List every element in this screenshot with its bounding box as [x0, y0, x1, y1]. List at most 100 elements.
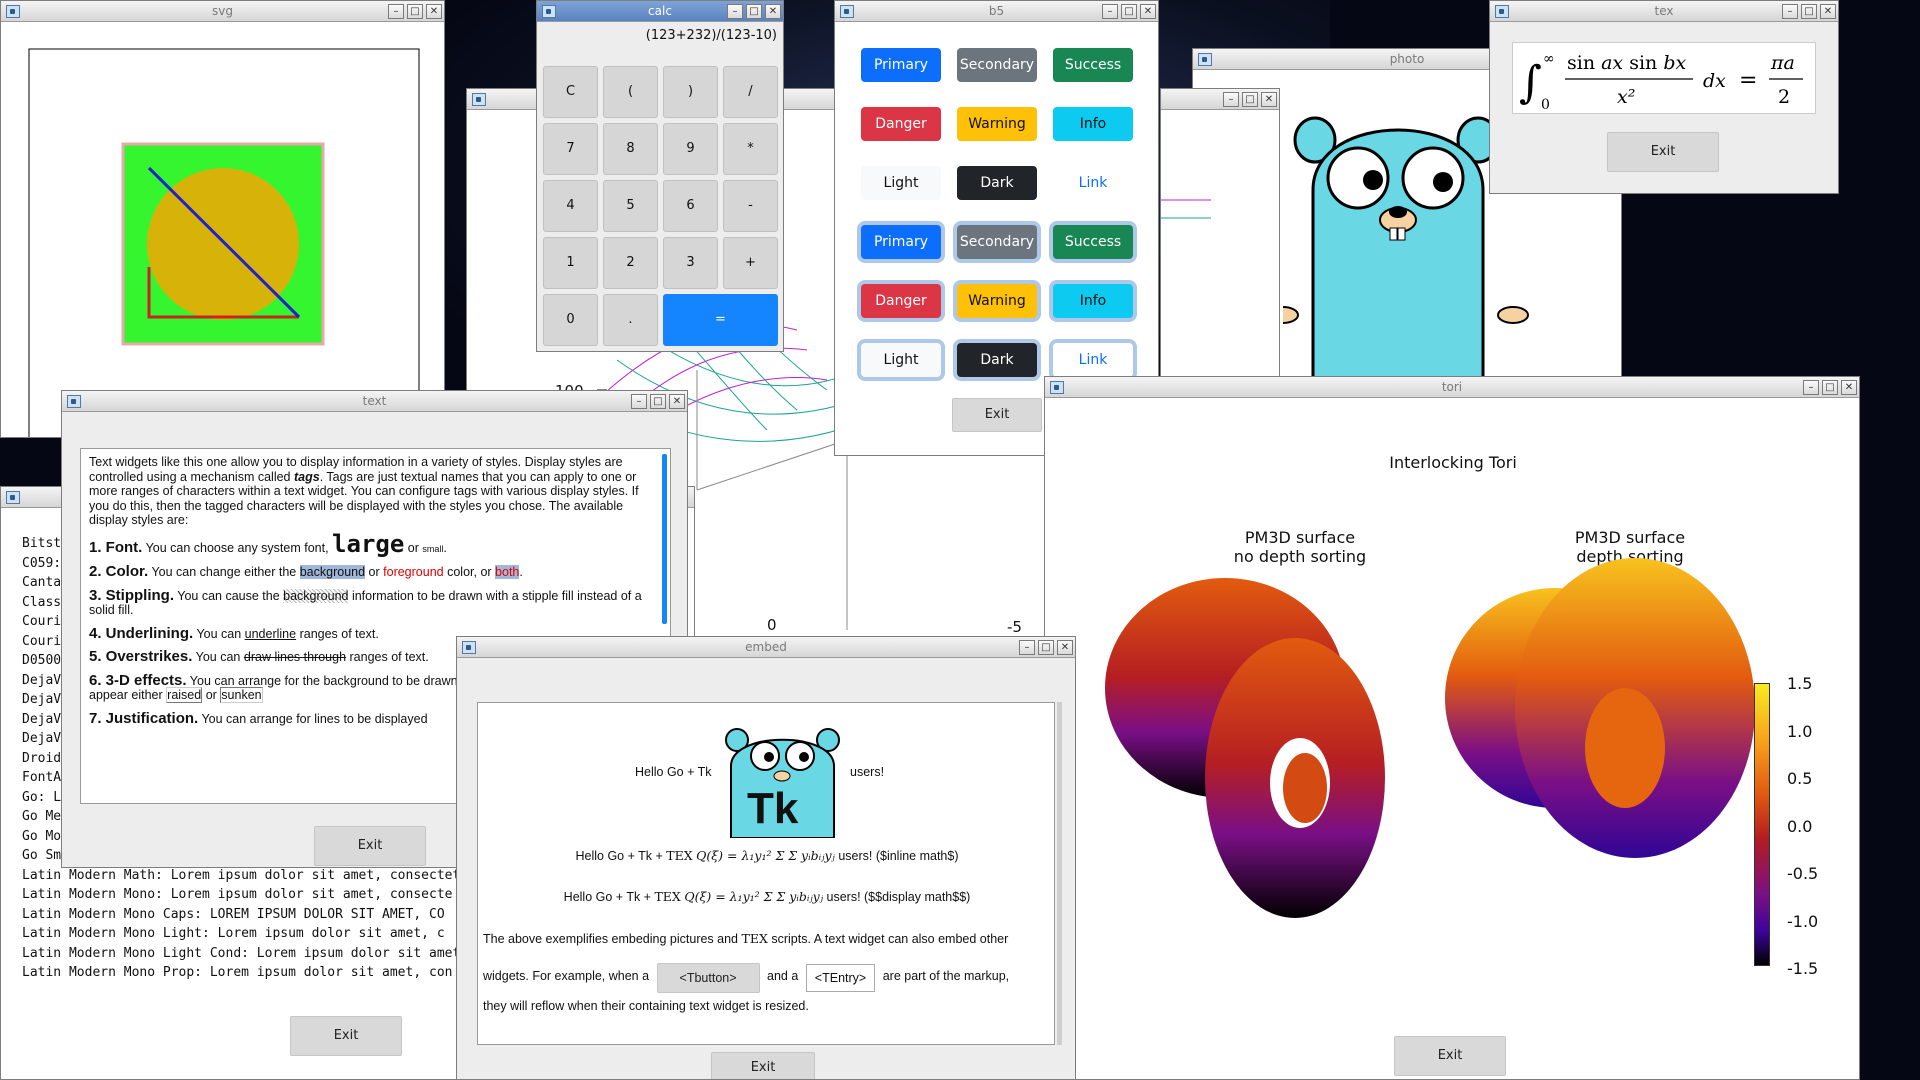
colorbar-tick-label: -1.5: [1787, 959, 1819, 978]
titlebar[interactable]: tori – □ ✕: [1045, 377, 1859, 398]
inline-math: Q(ξ) = λ₁y₁² Σ Σ yᵢbᵢⱼyⱼ: [696, 848, 835, 863]
text-run: You can arrange for lines to be displaye…: [201, 711, 428, 726]
maximize-icon[interactable]: □: [650, 394, 666, 409]
calc-key[interactable]: 6: [663, 180, 718, 232]
item-heading: 4. Underlining.: [89, 624, 194, 642]
text-run: Hello Go + Tk +: [575, 849, 667, 863]
text-exit-button[interactable]: Exit: [314, 826, 426, 866]
text-run: large: [332, 529, 405, 558]
calc-key[interactable]: +: [723, 237, 778, 289]
minimize-icon[interactable]: –: [631, 394, 647, 409]
scrollbar[interactable]: [1057, 702, 1062, 1045]
close-icon[interactable]: ✕: [426, 4, 442, 19]
calc-key[interactable]: 9: [663, 123, 718, 175]
text-run: or: [205, 688, 217, 702]
calc-key[interactable]: 0: [543, 294, 598, 346]
item-heading: 7. Justification.: [89, 709, 199, 727]
svg-text:∫: ∫: [1519, 57, 1542, 108]
calc-key[interactable]: 4: [543, 180, 598, 232]
maximize-icon[interactable]: □: [407, 4, 423, 19]
titlebar[interactable]: b5– □ ✕: [835, 1, 1158, 22]
close-icon[interactable]: ✕: [1057, 640, 1073, 655]
text-run: underline: [244, 626, 297, 641]
text-run: both: [495, 565, 520, 579]
bootstrap-button[interactable]: Secondary: [957, 225, 1037, 259]
bootstrap-button[interactable]: Primary: [861, 225, 941, 259]
titlebar[interactable]: tex – □ ✕: [1490, 1, 1838, 22]
bootstrap-button[interactable]: Success: [1053, 225, 1133, 259]
maximize-icon[interactable]: □: [1242, 92, 1258, 107]
minimize-icon[interactable]: –: [1803, 380, 1819, 395]
tex-exit-button[interactable]: Exit: [1607, 132, 1719, 172]
bootstrap-button[interactable]: Danger: [861, 284, 941, 318]
close-icon[interactable]: ✕: [1261, 92, 1277, 107]
minimize-icon[interactable]: –: [1782, 4, 1798, 19]
calc-key[interactable]: 7: [543, 123, 598, 175]
calc-key[interactable]: 2: [603, 237, 658, 289]
text-run: You can choose any system font,: [145, 540, 329, 555]
colorbar: [1754, 683, 1770, 966]
text-run: and a: [767, 969, 799, 983]
tick-label: -5: [1007, 618, 1022, 636]
text-run: foreground: [383, 565, 444, 579]
calc-key[interactable]: 1: [543, 237, 598, 289]
embedded-tbutton[interactable]: <Tbutton>: [656, 963, 760, 993]
bootstrap-button[interactable]: Info: [1053, 107, 1133, 141]
bootstrap-button[interactable]: Info: [1053, 284, 1133, 318]
colorbar-tick-label: 1.0: [1787, 721, 1813, 741]
colorbar-tick-label: 0.5: [1787, 769, 1813, 788]
calc-key[interactable]: C: [543, 66, 598, 118]
maximize-icon[interactable]: □: [1038, 640, 1054, 655]
titlebar[interactable]: svg – □ ✕: [1, 1, 444, 22]
calc-key[interactable]: 5: [603, 180, 658, 232]
bootstrap-button[interactable]: Light: [861, 166, 941, 200]
embedded-tentry[interactable]: <TEntry>: [805, 964, 876, 992]
colorbar-tick-label: 1.5: [1787, 674, 1813, 693]
bootstrap-button[interactable]: Link: [1053, 166, 1133, 200]
maximize-icon[interactable]: □: [1801, 4, 1817, 19]
calc-key[interactable]: =: [663, 294, 778, 346]
minimize-icon[interactable]: –: [388, 4, 404, 19]
calc-key[interactable]: ): [663, 66, 718, 118]
titlebar[interactable]: –□✕: [1161, 89, 1279, 110]
bootstrap-button[interactable]: Success: [1053, 48, 1133, 82]
bootstrap-button[interactable]: Warning: [957, 284, 1037, 318]
minimize-icon[interactable]: –: [1019, 640, 1035, 655]
bootstrap-button[interactable]: Light: [861, 343, 941, 377]
titlebar[interactable]: text – □ ✕: [62, 391, 687, 412]
calc-key[interactable]: 3: [663, 237, 718, 289]
scrollbar[interactable]: [662, 454, 667, 624]
calc-key[interactable]: -: [723, 180, 778, 232]
minimize-icon[interactable]: –: [1223, 92, 1239, 107]
calc-key[interactable]: 8: [603, 123, 658, 175]
calc-key[interactable]: (: [603, 66, 658, 118]
close-icon[interactable]: ✕: [765, 4, 781, 19]
close-icon[interactable]: ✕: [1841, 380, 1857, 395]
bootstrap-button[interactable]: Dark: [957, 166, 1037, 200]
titlebar[interactable]: embed – □ ✕: [457, 637, 1075, 658]
minimize-icon[interactable]: –: [727, 4, 743, 19]
bootstrap-button[interactable]: Dark: [957, 343, 1037, 377]
tori-exit-button[interactable]: Exit: [1394, 1036, 1506, 1076]
close-icon[interactable]: ✕: [1820, 4, 1836, 19]
calc-key[interactable]: .: [603, 294, 658, 346]
fonts-exit-button[interactable]: Exit: [290, 1016, 402, 1056]
close-icon[interactable]: ✕: [669, 394, 685, 409]
b5-exit-button[interactable]: Exit: [952, 398, 1042, 432]
bootstrap-button[interactable]: Secondary: [957, 48, 1037, 82]
maximize-icon[interactable]: □: [1822, 380, 1838, 395]
bootstrap-button[interactable]: Warning: [957, 107, 1037, 141]
maximize-icon[interactable]: □: [746, 4, 762, 19]
calc-key[interactable]: /: [723, 66, 778, 118]
calc-key[interactable]: *: [723, 123, 778, 175]
embed-text-widget[interactable]: Hello Go + Tk Tk users! Hello Go + Tk + …: [477, 702, 1055, 1045]
close-icon[interactable]: ✕: [1140, 4, 1156, 19]
embed-exit-button[interactable]: Exit: [711, 1052, 815, 1079]
bootstrap-button[interactable]: Danger: [861, 107, 941, 141]
minimize-icon[interactable]: –: [1102, 4, 1118, 19]
titlebar[interactable]: calc – □ ✕: [537, 1, 783, 22]
bootstrap-button[interactable]: Primary: [861, 48, 941, 82]
bootstrap-button[interactable]: Link: [1053, 343, 1133, 377]
maximize-icon[interactable]: □: [1121, 4, 1137, 19]
text-run: or: [368, 565, 380, 579]
